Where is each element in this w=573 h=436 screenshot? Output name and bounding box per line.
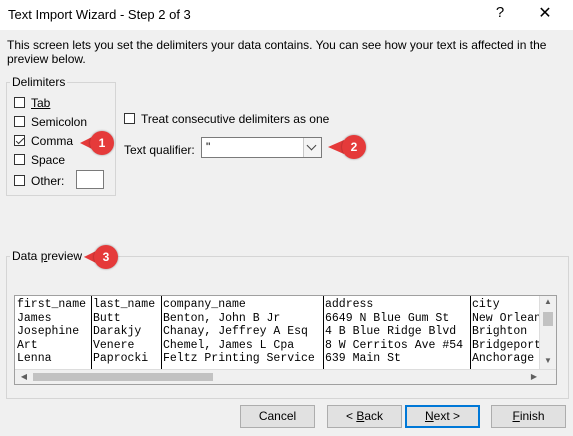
- preview-cell: 4 B Blue Ridge Blvd: [325, 325, 457, 338]
- preview-cell: first_name: [17, 298, 87, 311]
- consecutive-label: Treat consecutive delimiters as one: [141, 112, 330, 126]
- scroll-down-icon[interactable]: ▼: [541, 356, 555, 365]
- window-title: Text Import Wizard - Step 2 of 3: [8, 7, 191, 22]
- callout-1-badge: 1: [90, 131, 114, 155]
- space-label: Space: [31, 153, 66, 167]
- preview-row: Art Venere Chemel, James L Cpa 8 W Cerritos…: [15, 339, 542, 353]
- text-qualifier-select[interactable]: ": [201, 137, 322, 158]
- preview-cell: Lenna: [17, 352, 52, 365]
- preview-cell: Art: [17, 338, 38, 352]
- other-checkbox[interactable]: Other:: [14, 174, 66, 188]
- preview-cell: Darakjy: [93, 325, 142, 338]
- data-preview-label: Data preview: [10, 249, 85, 263]
- next-button[interactable]: Next >: [405, 405, 480, 428]
- other-delimiter-input[interactable]: [76, 170, 104, 189]
- preview-cell: Anchorage: [472, 352, 535, 365]
- preview-cell: Butt: [93, 311, 121, 325]
- preview-cell: Josephine: [17, 325, 80, 338]
- preview-cell: Brighton: [472, 325, 528, 338]
- wizard-description: This screen lets you set the delimiters …: [7, 38, 547, 66]
- finish-button[interactable]: Finish: [491, 405, 566, 428]
- close-icon[interactable]: ✕: [537, 3, 553, 23]
- text-qualifier-value: ": [206, 140, 211, 154]
- preview-cell: Paprocki: [93, 352, 149, 365]
- preview-cell: Bridgeport: [472, 338, 542, 352]
- data-preview-table[interactable]: first_name last_name company_name address ci…: [14, 295, 557, 385]
- preview-row: Lenna Paprocki Feltz Printing Service 639 M…: [15, 352, 542, 366]
- semicolon-label: Semicolon: [31, 115, 88, 129]
- delimiters-group-label: Delimiters: [10, 75, 68, 89]
- chevron-down-icon: [306, 140, 317, 151]
- preview-header-row: first_name last_name company_name address ci…: [15, 298, 542, 312]
- semicolon-checkbox[interactable]: Semicolon: [14, 115, 104, 129]
- preview-cell: company_name: [163, 298, 246, 311]
- scroll-left-icon[interactable]: ◀: [17, 372, 31, 381]
- preview-cell: last_name: [93, 298, 156, 311]
- title-bar: Text Import Wizard - Step 2 of 3 ? ✕: [0, 0, 573, 30]
- tab-checkbox[interactable]: Tab: [14, 96, 104, 110]
- preview-cell: 639 Main St: [325, 352, 401, 365]
- text-qualifier-dropdown-button[interactable]: [303, 138, 321, 157]
- help-icon[interactable]: ?: [493, 4, 507, 21]
- preview-cell: 6649 N Blue Gum St: [325, 311, 450, 325]
- preview-cell: city: [472, 298, 500, 311]
- column-divider[interactable]: [161, 296, 162, 370]
- consecutive-delimiters-checkbox[interactable]: Treat consecutive delimiters as one: [124, 112, 334, 126]
- preview-cell: James: [17, 311, 52, 325]
- vertical-scroll-thumb[interactable]: [543, 312, 553, 326]
- preview-vertical-scrollbar[interactable]: ▲ ▼: [539, 296, 556, 370]
- comma-label: Comma: [31, 134, 74, 148]
- preview-cell: 8 W Cerritos Ave #54: [325, 338, 464, 352]
- preview-horizontal-scrollbar[interactable]: ◀ ▶: [15, 369, 556, 384]
- consecutive-checkbox-box[interactable]: [124, 113, 135, 124]
- preview-cell: address: [325, 298, 374, 311]
- callout-2: 2: [328, 135, 374, 159]
- preview-cell: Chemel, James L Cpa: [163, 338, 295, 352]
- horizontal-scroll-thumb[interactable]: [33, 373, 213, 381]
- tab-label: Tab: [31, 96, 51, 110]
- callout-3: 3: [84, 245, 126, 269]
- other-label: Other:: [31, 174, 65, 188]
- column-divider[interactable]: [470, 296, 471, 370]
- callout-3-badge: 3: [94, 245, 118, 269]
- preview-row: Josephine Darakjy Chanay, Jeffrey A Esq 4 B…: [15, 325, 542, 339]
- callout-2-badge: 2: [342, 135, 366, 159]
- text-qualifier-label: Text qualifier:: [124, 143, 195, 157]
- cancel-button[interactable]: Cancel: [240, 405, 315, 428]
- preview-cell: Chanay, Jeffrey A Esq: [163, 325, 308, 338]
- scroll-up-icon[interactable]: ▲: [541, 297, 555, 306]
- semicolon-checkbox-box[interactable]: [14, 116, 25, 127]
- other-checkbox-box[interactable]: [14, 175, 25, 186]
- preview-cell: New Orlean: [472, 311, 542, 325]
- tab-checkbox-box[interactable]: [14, 97, 25, 108]
- space-checkbox[interactable]: Space: [14, 153, 104, 167]
- back-button[interactable]: < Back: [327, 405, 402, 428]
- preview-cell: Feltz Printing Service: [163, 352, 315, 365]
- preview-row: James Butt Benton, John B Jr 6649 N Blue Gu…: [15, 312, 542, 326]
- preview-cell: Benton, John B Jr: [163, 311, 281, 325]
- scroll-right-icon[interactable]: ▶: [527, 372, 541, 381]
- space-checkbox-box[interactable]: [14, 154, 25, 165]
- comma-checkbox-box[interactable]: [14, 135, 25, 146]
- column-divider[interactable]: [91, 296, 92, 370]
- callout-1: 1: [80, 131, 120, 155]
- column-divider[interactable]: [323, 296, 324, 370]
- preview-cell: Venere: [93, 338, 135, 352]
